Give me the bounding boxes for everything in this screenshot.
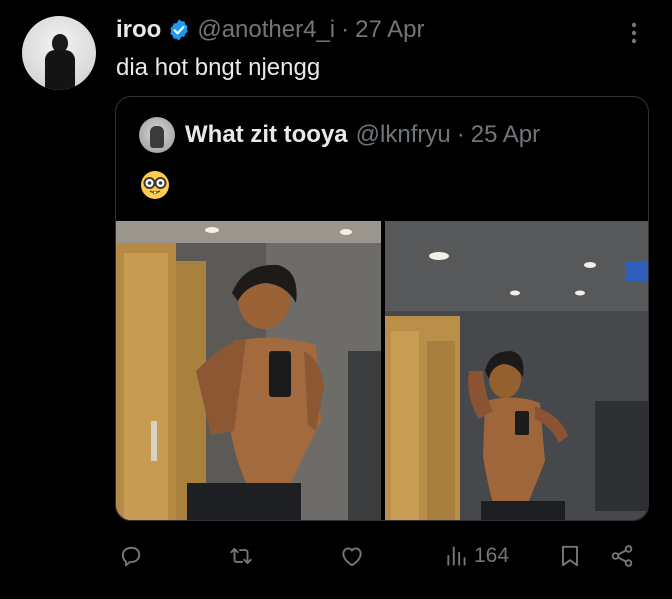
action-bar: 164 xyxy=(0,538,672,574)
reply-icon xyxy=(121,546,141,567)
share-icon xyxy=(611,545,633,567)
quoted-tweet[interactable]: What zit tooya @lknfryu · 25 Apr xyxy=(115,96,649,521)
like-icon xyxy=(342,547,362,567)
views-count: 164 xyxy=(474,544,510,567)
quoted-tweet-header: What zit tooya @lknfryu · 25 Apr xyxy=(185,119,540,151)
views-button[interactable]: 164 xyxy=(444,538,509,574)
retweet-button[interactable] xyxy=(228,538,254,574)
reply-button[interactable] xyxy=(118,538,144,574)
nerd-face-emoji-icon xyxy=(141,171,169,199)
separator-dot: · xyxy=(341,16,350,43)
quoted-author-handle[interactable]: @lknfryu xyxy=(356,121,451,149)
quoted-author-name[interactable]: What zit tooya xyxy=(185,121,348,149)
author-avatar[interactable] xyxy=(22,16,96,90)
bookmark-icon xyxy=(561,545,579,567)
quoted-author-avatar[interactable] xyxy=(139,117,175,153)
author-name[interactable]: iroo xyxy=(116,16,161,44)
photo-right[interactable] xyxy=(385,221,648,520)
media-gallery xyxy=(116,221,648,520)
tweet-text: dia hot bngt njengg xyxy=(116,54,321,81)
share-button[interactable] xyxy=(609,538,635,574)
like-button[interactable] xyxy=(339,538,365,574)
verified-badge-icon xyxy=(170,19,189,41)
views-icon xyxy=(447,546,466,566)
author-handle[interactable]: @another4_i xyxy=(197,16,335,44)
quoted-separator-dot: · xyxy=(456,121,465,148)
more-options-icon[interactable] xyxy=(624,20,644,46)
bookmark-button[interactable] xyxy=(557,538,583,574)
retweet-icon xyxy=(230,547,252,565)
tweet-header: iroo @another4_i · 27 Apr xyxy=(116,14,425,46)
photo-left[interactable] xyxy=(116,221,381,520)
tweet-date[interactable]: 27 Apr xyxy=(355,16,424,44)
tweet-card[interactable]: iroo @another4_i · 27 Apr dia hot bngt n… xyxy=(0,0,672,599)
quoted-tweet-date[interactable]: 25 Apr xyxy=(471,121,540,149)
